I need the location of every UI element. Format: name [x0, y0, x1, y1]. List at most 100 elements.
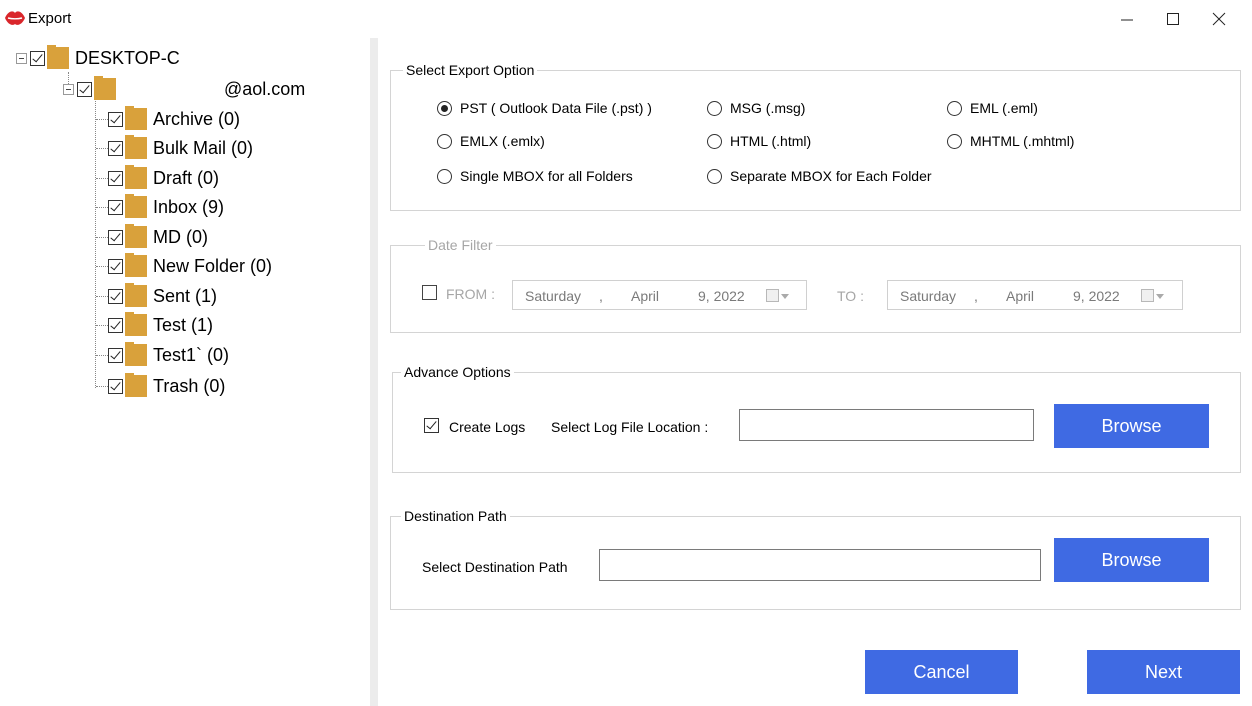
- radio-indicator[interactable]: [947, 100, 962, 116]
- minimize-button[interactable]: [1104, 0, 1150, 38]
- radio-indicator[interactable]: [707, 133, 722, 149]
- radio-single-mbox[interactable]: Single MBOX for all Folders: [437, 168, 633, 184]
- tree-node-folder[interactable]: MD (0): [108, 224, 208, 250]
- close-button[interactable]: [1196, 0, 1242, 38]
- tree-node-label: DESKTOP-C: [75, 47, 180, 68]
- date-comma: ,: [974, 288, 978, 304]
- radio-indicator[interactable]: [707, 100, 722, 116]
- log-browse-button[interactable]: Browse: [1054, 404, 1209, 448]
- folder-tree: DESKTOP-C @aol.com Archive (0) Bulk Mail…: [0, 38, 370, 706]
- radio-indicator[interactable]: [947, 133, 962, 149]
- radio-label: HTML (.html): [730, 133, 812, 149]
- date-filter-checkbox[interactable]: [422, 285, 437, 300]
- radio-pst[interactable]: PST ( Outlook Data File (.pst) ): [437, 100, 652, 116]
- group-title: Select Export Option: [403, 62, 538, 78]
- date-month: April: [631, 288, 660, 304]
- to-label: TO :: [837, 288, 864, 304]
- calendar-icon[interactable]: [1141, 289, 1154, 302]
- tree-line: [96, 386, 108, 387]
- folder-checkbox[interactable]: [108, 258, 123, 274]
- folder-icon: [125, 312, 147, 336]
- tree-node-folder[interactable]: Draft (0): [108, 165, 219, 191]
- collapse-icon[interactable]: [16, 52, 27, 64]
- folder-checkbox[interactable]: [108, 229, 123, 245]
- folder-icon: [125, 253, 147, 277]
- date-weekday: Saturday: [525, 288, 582, 304]
- folder-icon: [94, 76, 116, 100]
- window-title: Export: [28, 10, 72, 27]
- radio-label: PST ( Outlook Data File (.pst) ): [460, 100, 652, 116]
- tree-node-folder[interactable]: Bulk Mail (0): [108, 135, 253, 161]
- folder-checkbox[interactable]: [108, 170, 123, 186]
- tree-line: [96, 266, 108, 267]
- tree-line: [95, 98, 96, 388]
- folder-checkbox[interactable]: [108, 378, 123, 394]
- tree-line: [96, 296, 108, 297]
- from-date-picker[interactable]: Saturday , April 9, 2022: [512, 280, 807, 310]
- tree-line: [96, 355, 108, 356]
- root-checkbox[interactable]: [30, 50, 45, 66]
- minimize-icon: [1121, 19, 1133, 21]
- radio-indicator[interactable]: [437, 168, 452, 184]
- to-date-picker[interactable]: Saturday , April 9, 2022: [887, 280, 1183, 310]
- folder-checkbox[interactable]: [108, 140, 123, 156]
- radio-eml[interactable]: EML (.eml): [947, 100, 1038, 116]
- next-button[interactable]: Next: [1087, 650, 1240, 694]
- radio-msg[interactable]: MSG (.msg): [707, 100, 805, 116]
- account-checkbox[interactable]: [77, 81, 92, 97]
- tree-node-folder[interactable]: Archive (0): [108, 106, 240, 132]
- folder-checkbox[interactable]: [108, 199, 123, 215]
- log-location-input[interactable]: [739, 409, 1034, 441]
- tree-node-account[interactable]: @aol.com: [63, 76, 305, 102]
- pane-splitter[interactable]: [370, 38, 378, 706]
- radio-mhtml[interactable]: MHTML (.mhtml): [947, 133, 1074, 149]
- date-month: April: [1006, 288, 1035, 304]
- radio-separate-mbox[interactable]: Separate MBOX for Each Folder: [707, 168, 932, 184]
- title-bar: Export: [0, 0, 1252, 38]
- chevron-down-icon[interactable]: [1156, 294, 1164, 299]
- create-logs-checkbox[interactable]: [424, 418, 439, 433]
- close-icon: [1212, 12, 1226, 26]
- folder-icon: [125, 373, 147, 397]
- create-logs-label: Create Logs: [449, 419, 526, 435]
- destination-browse-button[interactable]: Browse: [1054, 538, 1209, 582]
- tree-node-folder[interactable]: Inbox (9): [108, 194, 224, 220]
- export-option-group: Select Export Option PST ( Outlook Data …: [390, 62, 1241, 211]
- radio-emlx[interactable]: EMLX (.emlx): [437, 133, 545, 149]
- tree-line: [96, 325, 108, 326]
- folder-icon: [125, 283, 147, 307]
- folder-checkbox[interactable]: [108, 347, 123, 363]
- tree-node-folder[interactable]: Test (1): [108, 312, 213, 338]
- tree-node-label: Trash (0): [153, 375, 226, 396]
- collapse-icon[interactable]: [63, 83, 74, 95]
- folder-checkbox[interactable]: [108, 288, 123, 304]
- tree-node-folder[interactable]: New Folder (0): [108, 253, 272, 279]
- tree-node-root[interactable]: DESKTOP-C: [16, 45, 180, 71]
- radio-indicator[interactable]: [437, 100, 452, 116]
- calendar-icon[interactable]: [766, 289, 779, 302]
- folder-checkbox[interactable]: [108, 317, 123, 333]
- destination-label: Select Destination Path: [422, 559, 568, 575]
- tree-node-label: @aol.com: [224, 78, 306, 99]
- maximize-button[interactable]: [1150, 0, 1196, 38]
- tree-node-label: Archive (0): [153, 108, 241, 129]
- destination-input[interactable]: [599, 549, 1041, 581]
- date-day-year: 9, 2022: [698, 288, 745, 304]
- maximize-icon: [1167, 13, 1179, 25]
- chevron-down-icon[interactable]: [781, 294, 789, 299]
- radio-indicator[interactable]: [707, 168, 722, 184]
- date-weekday: Saturday: [900, 288, 957, 304]
- tree-node-label: Draft (0): [153, 167, 220, 188]
- cancel-button[interactable]: Cancel: [865, 650, 1018, 694]
- tree-node-folder[interactable]: Trash (0): [108, 373, 225, 399]
- radio-label: Separate MBOX for Each Folder: [730, 168, 932, 184]
- folder-icon: [125, 106, 147, 130]
- tree-node-folder[interactable]: Sent (1): [108, 283, 217, 309]
- from-label: FROM :: [446, 286, 495, 302]
- radio-html[interactable]: HTML (.html): [707, 133, 811, 149]
- tree-node-folder[interactable]: Test1` (0): [108, 342, 229, 368]
- folder-checkbox[interactable]: [108, 111, 123, 127]
- tree-node-label: Bulk Mail (0): [153, 137, 254, 158]
- folder-icon: [125, 342, 147, 366]
- radio-indicator[interactable]: [437, 133, 452, 149]
